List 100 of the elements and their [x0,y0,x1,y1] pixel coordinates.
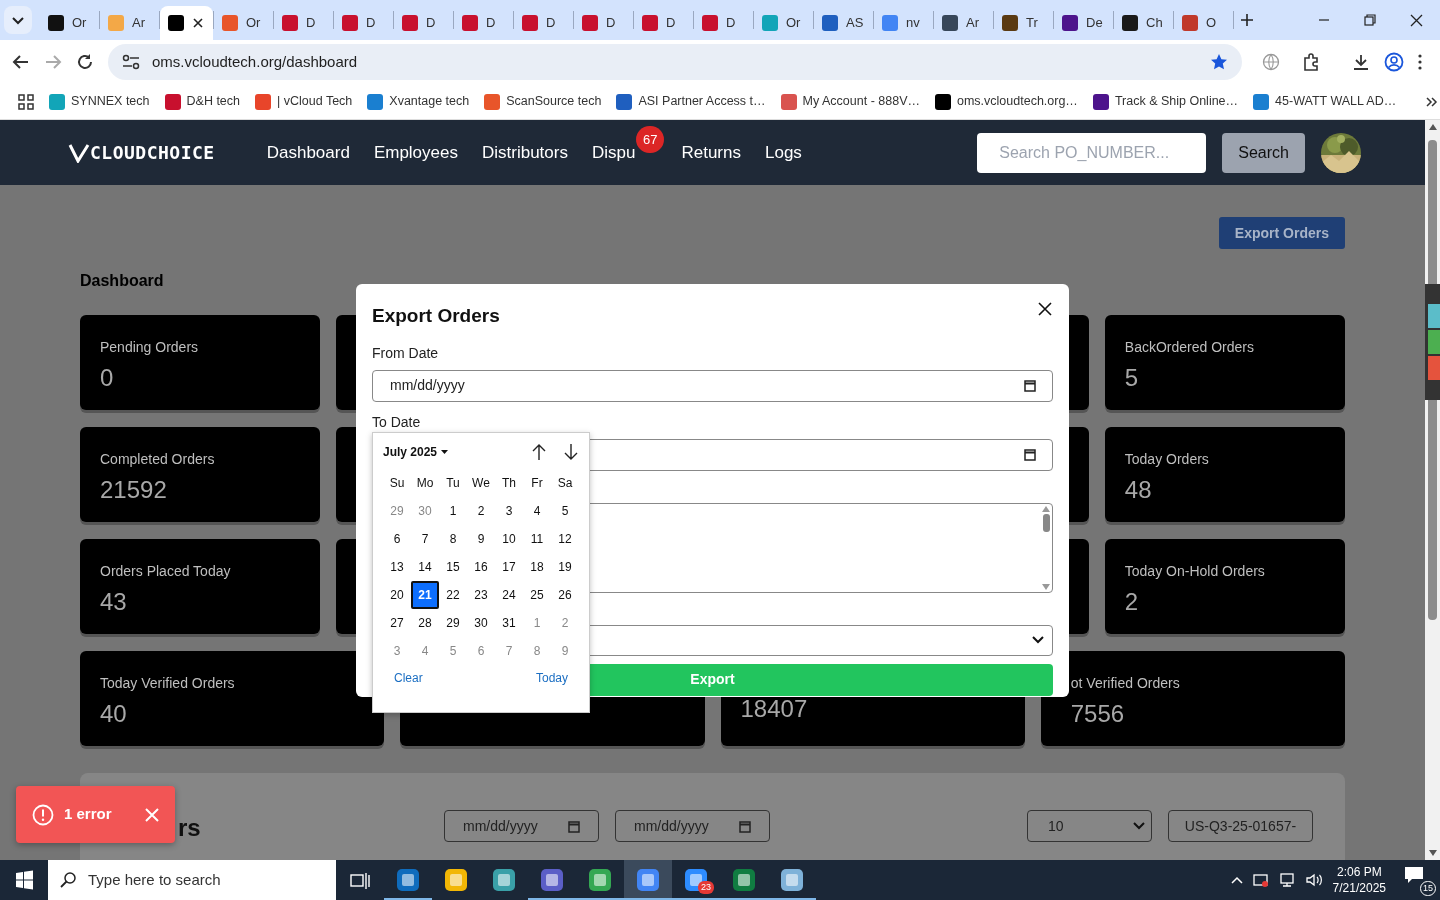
browser-tab[interactable]: D [454,6,513,40]
browser-tab[interactable]: Or [214,6,273,40]
nav-link[interactable]: Logs [764,139,802,166]
browser-tab[interactable]: D [694,6,753,40]
clock-date[interactable]: 7/21/2025 [1332,880,1386,897]
calendar-day[interactable]: 29 [383,497,411,525]
taskbar-app[interactable]: 23 [672,860,720,900]
bookmark[interactable]: SYNNEX tech [49,92,150,111]
calendar-day[interactable]: 30 [411,497,439,525]
calendar-day[interactable]: 9 [467,525,495,553]
calendar-day[interactable]: 20 [383,581,411,609]
bookmark[interactable]: 45-WATT WALL AD… [1253,92,1397,111]
po-filter-field[interactable]: US-Q3-25-01657- [1168,810,1313,842]
browser-tab[interactable]: Ar [934,6,993,40]
browser-tab[interactable]: D [394,6,453,40]
calendar-day[interactable]: 5 [551,497,579,525]
browser-tab[interactable]: D [634,6,693,40]
export-orders-button[interactable]: Export Orders [1218,217,1345,249]
calendar-day[interactable]: 10 [495,525,523,553]
address-bar[interactable]: oms.vcloudtech.org/dashboard [108,44,1242,80]
calendar-day[interactable]: 13 [383,553,411,581]
bookmark[interactable]: ASI Partner Access t… [616,92,766,111]
bookmark[interactable]: D&H tech [164,92,240,111]
stat-label: Today Verified Orders [100,674,236,693]
date-field[interactable]: mm/dd/yyyy [372,369,1053,402]
browser-tab[interactable]: Or [754,6,813,40]
calendar-day[interactable]: 31 [495,609,523,637]
clear-link[interactable]: Clear [394,669,423,687]
calendar-day[interactable]: 26 [551,581,579,609]
date-field[interactable]: mm/dd/yyyy [444,810,599,842]
calendar-day[interactable]: 24 [495,581,523,609]
calendar-day[interactable]: 7 [411,525,439,553]
calendar-day[interactable]: 7 [495,637,523,665]
calendar-day[interactable]: 19 [551,553,579,581]
stat-value: 43 [100,587,128,617]
taskbar-search-field[interactable]: Type here to search [48,860,336,900]
calendar-day[interactable]: 27 [383,609,411,637]
stat-label: Orders Placed Today [100,562,232,581]
calendar-day[interactable]: 6 [467,637,495,665]
calendar-day[interactable]: 2 [551,609,579,637]
nav-link[interactable]: Employees [373,139,458,166]
browser-tab[interactable]: Or [40,6,99,40]
calendar-day[interactable]: 18 [523,553,551,581]
browser-tab[interactable]: D [334,6,393,40]
calendar-day[interactable]: 12 [551,525,579,553]
calendar-day[interactable]: 8 [439,525,467,553]
calendar-day[interactable]: 1 [523,609,551,637]
calendar-day[interactable]: 3 [383,637,411,665]
stat-value: 5 [1124,363,1140,393]
calendar-day[interactable]: 8 [523,637,551,665]
bookmark[interactable]: Xvantage tech [367,92,470,111]
calendar-day[interactable]: 1 [439,497,467,525]
calendar-day[interactable]: 5 [439,637,467,665]
nav-link[interactable]: Dashboard [266,139,350,166]
calendar-day[interactable]: 3 [495,497,523,525]
nav-link[interactable]: Dispu [591,139,636,166]
calendar-day[interactable]: 4 [523,497,551,525]
browser-tab[interactable]: D [514,6,573,40]
stat-label: Completed Orders [100,450,216,469]
date-field[interactable]: mm/dd/yyyy [615,810,770,842]
calendar-day[interactable]: 28 [411,609,439,637]
bookmark[interactable]: Track & Ship Online… [1092,92,1239,111]
logo-text[interactable]: CLOUDCHOICE [90,139,215,166]
page-size-select[interactable]: 10 [1027,810,1152,842]
calendar-day[interactable]: 22 [439,581,467,609]
calendar-day[interactable]: 23 [467,581,495,609]
nav-link[interactable]: Distributors [482,139,568,166]
calendar-day[interactable]: 4 [411,637,439,665]
calendar-day[interactable]: 14 [411,553,439,581]
calendar-day[interactable]: 15 [439,553,467,581]
nav-link[interactable]: Returns [681,139,741,166]
browser-tab[interactable]: Ar [100,6,159,40]
month-selector[interactable]: July 2025 [383,443,449,461]
calendar-day[interactable]: 21 [411,581,439,609]
calendar-day[interactable]: 11 [523,525,551,553]
calendar-day[interactable]: 2 [467,497,495,525]
calendar-day[interactable]: 30 [467,609,495,637]
browser-tab[interactable]: D [274,6,333,40]
browser-tab[interactable]: Ch [1114,6,1173,40]
today-link[interactable]: Today [535,669,568,687]
bookmark[interactable]: | vCloud Tech [255,92,353,111]
bookmark[interactable]: ScanSource tech [484,92,602,111]
bookmark[interactable]: oms.vcloudtech.org… [935,92,1078,111]
browser-tab[interactable]: AS [814,6,873,40]
calendar-day[interactable]: 17 [495,553,523,581]
browser-tab[interactable]: Tr [994,6,1053,40]
clock-time[interactable]: 2:06 PM [1332,863,1386,880]
calendar-day[interactable]: 29 [439,609,467,637]
browser-tab[interactable]: O [1174,6,1233,40]
calendar-day[interactable]: 9 [551,637,579,665]
search-field[interactable]: Search PO_NUMBER... [977,132,1207,173]
browser-tab[interactable]: De [1054,6,1113,40]
search-button[interactable]: Search [1222,132,1305,173]
calendar-day[interactable]: 16 [467,553,495,581]
browser-tab[interactable]: D [574,6,633,40]
calendar-day[interactable]: 6 [383,525,411,553]
browser-tab[interactable]: nv [874,6,933,40]
stat-label: ot Verified Orders [1070,674,1181,693]
calendar-day[interactable]: 25 [523,581,551,609]
bookmark[interactable]: My Account - 888V… [780,92,920,111]
